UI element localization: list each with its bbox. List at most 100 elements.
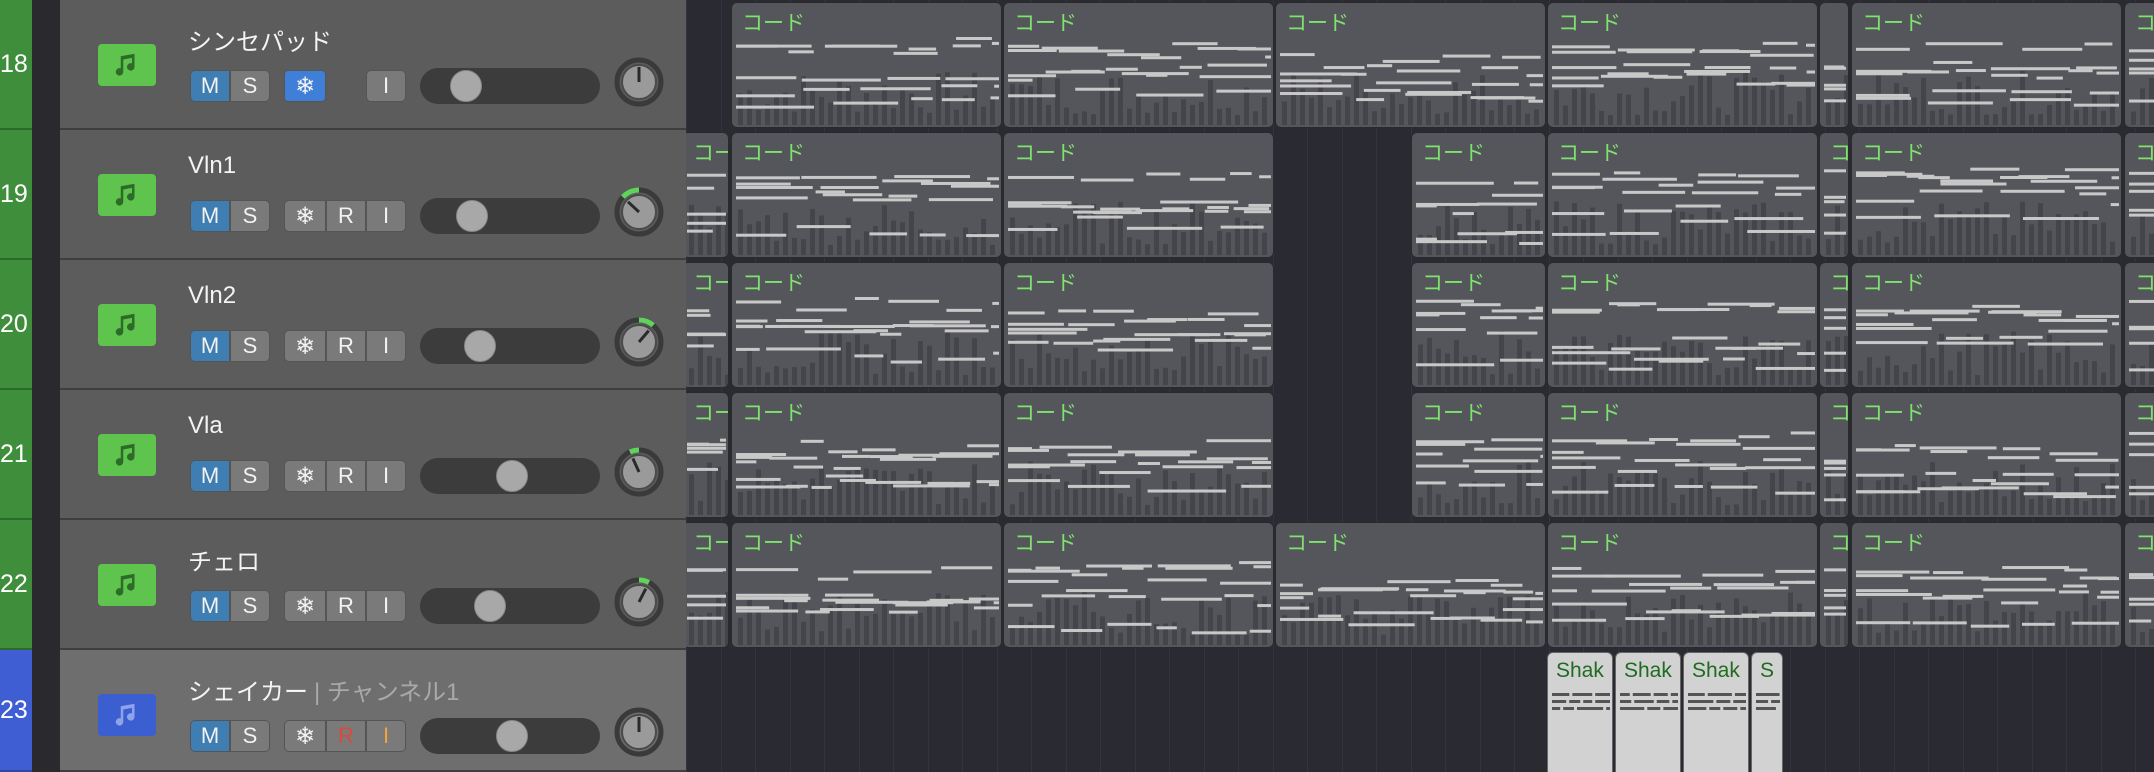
- track-name[interactable]: チェロ: [188, 542, 260, 577]
- freeze-button[interactable]: ❄: [284, 590, 326, 622]
- midi-region[interactable]: コード: [1003, 392, 1274, 518]
- freeze-button[interactable]: ❄: [284, 70, 326, 102]
- track-name[interactable]: シェイカー | チャンネル1: [188, 672, 460, 707]
- volume-slider-thumb[interactable]: [474, 590, 507, 622]
- track-header[interactable]: シェイカー | チャンネル1 M S ❄ R I: [60, 650, 686, 772]
- midi-region[interactable]: コード: [1547, 132, 1818, 258]
- freeze-button[interactable]: ❄: [284, 200, 326, 232]
- midi-region[interactable]: コード: [1851, 132, 2122, 258]
- pan-knob[interactable]: [613, 576, 665, 628]
- volume-slider-thumb[interactable]: [455, 200, 488, 232]
- volume-slider[interactable]: [420, 68, 600, 104]
- midi-region[interactable]: コード: [1003, 262, 1274, 388]
- volume-slider[interactable]: [420, 458, 600, 494]
- midi-region[interactable]: コード: [1003, 2, 1274, 128]
- midi-region[interactable]: コ: [1819, 522, 1849, 648]
- record-enable-button[interactable]: R: [326, 590, 366, 622]
- solo-button[interactable]: S: [230, 720, 270, 752]
- midi-region[interactable]: コ: [2124, 132, 2154, 258]
- solo-button[interactable]: S: [230, 330, 270, 362]
- freeze-button[interactable]: ❄: [284, 460, 326, 492]
- input-monitor-button[interactable]: I: [366, 70, 406, 102]
- midi-region[interactable]: コード: [1547, 2, 1818, 128]
- volume-slider-thumb[interactable]: [449, 70, 482, 102]
- volume-slider-thumb[interactable]: [496, 460, 528, 492]
- midi-region[interactable]: コード: [731, 2, 1002, 128]
- midi-region[interactable]: コー: [686, 132, 729, 258]
- track-header[interactable]: シンセパッド M S ❄ I: [60, 0, 686, 130]
- input-monitor-button[interactable]: I: [366, 720, 406, 752]
- midi-region[interactable]: コード: [1275, 2, 1546, 128]
- midi-region[interactable]: コード: [1411, 132, 1546, 258]
- volume-slider-thumb[interactable]: [464, 330, 497, 362]
- midi-region[interactable]: コ: [1819, 132, 1849, 258]
- midi-region[interactable]: コード: [731, 132, 1002, 258]
- pan-knob[interactable]: [613, 446, 665, 498]
- track-name[interactable]: Vla: [188, 412, 223, 440]
- mute-button[interactable]: M: [190, 590, 230, 622]
- volume-slider-thumb[interactable]: [496, 720, 528, 752]
- midi-region[interactable]: コ: [1819, 392, 1849, 518]
- midi-region[interactable]: コー: [686, 262, 729, 388]
- pan-knob[interactable]: [613, 56, 665, 108]
- shaker-midi-region[interactable]: Shak: [1547, 652, 1613, 772]
- midi-region[interactable]: コード: [1851, 392, 2122, 518]
- music-note-icon[interactable]: [98, 564, 156, 606]
- mute-button[interactable]: M: [190, 200, 230, 232]
- midi-region[interactable]: コード: [1851, 262, 2122, 388]
- midi-region[interactable]: コード: [1547, 392, 1818, 518]
- midi-region[interactable]: コード: [1547, 522, 1818, 648]
- midi-region[interactable]: コード: [1275, 522, 1546, 648]
- volume-slider[interactable]: [420, 718, 600, 754]
- solo-button[interactable]: S: [230, 460, 270, 492]
- midi-region[interactable]: コード: [731, 392, 1002, 518]
- midi-region[interactable]: [1819, 2, 1849, 128]
- midi-region[interactable]: コード: [1411, 392, 1546, 518]
- music-note-icon[interactable]: [98, 174, 156, 216]
- solo-button[interactable]: S: [230, 590, 270, 622]
- midi-region[interactable]: コード: [1003, 522, 1274, 648]
- shaker-midi-region[interactable]: Shak: [1615, 652, 1681, 772]
- midi-region[interactable]: コード: [731, 262, 1002, 388]
- tracks-area[interactable]: コードコードコードコードコードココーコードコードコードコードココードココーコード…: [686, 0, 2154, 772]
- record-enable-button[interactable]: R: [326, 200, 366, 232]
- music-note-icon[interactable]: [98, 44, 156, 86]
- shaker-midi-region[interactable]: Shak: [1683, 652, 1749, 772]
- track-name[interactable]: シンセパッド: [188, 22, 332, 57]
- midi-region[interactable]: コード: [1411, 262, 1546, 388]
- track-header[interactable]: Vla M S ❄ R I: [60, 390, 686, 520]
- music-note-icon[interactable]: [98, 434, 156, 476]
- input-monitor-button[interactable]: I: [366, 460, 406, 492]
- mute-button[interactable]: M: [190, 720, 230, 752]
- record-enable-button[interactable]: R: [326, 720, 366, 752]
- volume-slider[interactable]: [420, 328, 600, 364]
- record-enable-button[interactable]: R: [326, 460, 366, 492]
- input-monitor-button[interactable]: I: [366, 200, 406, 232]
- midi-region[interactable]: コード: [1003, 132, 1274, 258]
- midi-region[interactable]: コー: [686, 392, 729, 518]
- midi-region[interactable]: コード: [1547, 262, 1818, 388]
- midi-region[interactable]: コ: [2124, 262, 2154, 388]
- midi-region[interactable]: コード: [1851, 2, 2122, 128]
- mute-button[interactable]: M: [190, 460, 230, 492]
- track-header[interactable]: Vln2 M S ❄ R I: [60, 260, 686, 390]
- input-monitor-button[interactable]: I: [366, 590, 406, 622]
- mute-button[interactable]: M: [190, 330, 230, 362]
- music-note-icon[interactable]: [98, 304, 156, 346]
- midi-region[interactable]: コー: [686, 522, 729, 648]
- solo-button[interactable]: S: [230, 200, 270, 232]
- freeze-button[interactable]: ❄: [284, 330, 326, 362]
- midi-region[interactable]: コ: [2124, 522, 2154, 648]
- midi-region[interactable]: コ: [2124, 392, 2154, 518]
- midi-region[interactable]: コ: [1819, 262, 1849, 388]
- music-note-icon[interactable]: [98, 694, 156, 736]
- record-enable-button[interactable]: R: [326, 330, 366, 362]
- input-monitor-button[interactable]: I: [366, 330, 406, 362]
- volume-slider[interactable]: [420, 198, 600, 234]
- midi-region[interactable]: コード: [731, 522, 1002, 648]
- midi-region[interactable]: コ: [2124, 2, 2154, 128]
- track-header[interactable]: チェロ M S ❄ R I: [60, 520, 686, 650]
- pan-knob[interactable]: [613, 706, 665, 758]
- freeze-button[interactable]: ❄: [284, 720, 326, 752]
- mute-button[interactable]: M: [190, 70, 230, 102]
